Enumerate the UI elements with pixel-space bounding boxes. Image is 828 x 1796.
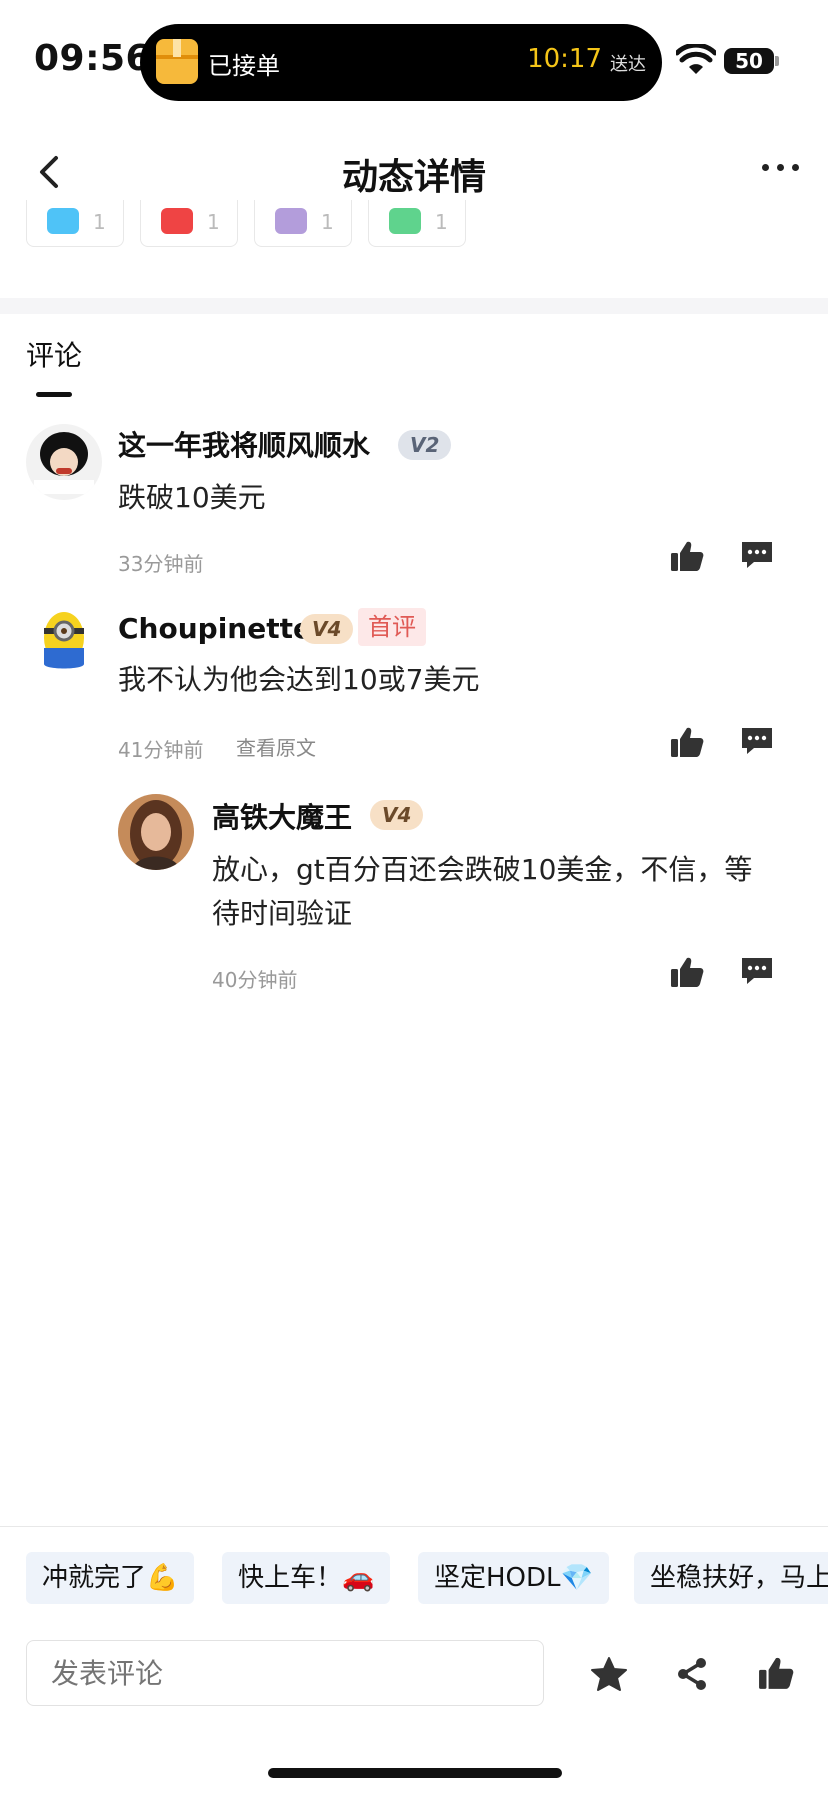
level-badge: V2 [398, 430, 452, 460]
share-icon[interactable] [674, 1656, 710, 1692]
dynamic-island[interactable]: 已接单 10:17 送达 [140, 24, 662, 101]
island-eta-suffix: 送达 [610, 54, 646, 75]
like-post-icon[interactable] [758, 1656, 794, 1690]
comment-username[interactable]: Choupinette [118, 612, 312, 645]
reaction-green-face[interactable]: 1 [368, 200, 466, 247]
reply-time: 40分钟前 [212, 968, 298, 992]
quick-reply-chip[interactable]: 冲就完了💪 [26, 1552, 195, 1604]
purple-face-icon [275, 208, 307, 234]
reaction-count: 1 [435, 210, 448, 234]
section-divider [0, 298, 828, 314]
wifi-icon [676, 44, 716, 74]
island-eta-time: 10:17 [527, 44, 602, 74]
island-order-status: 已接单 [208, 52, 280, 80]
page-title: 动态详情 [341, 157, 486, 198]
reaction-purple-face[interactable]: 1 [254, 200, 352, 247]
reply-text-line1: 放心，gt百分百还会跌破10美金，不信，等 [212, 853, 753, 886]
level-badge: V4 [370, 800, 424, 830]
reply-comment-icon[interactable] [740, 540, 774, 570]
status-time: 09:56 [34, 38, 152, 79]
avatar[interactable] [26, 604, 102, 680]
reaction-count: 1 [321, 210, 334, 234]
quick-reply-chip[interactable]: 坐稳扶好，马上 [634, 1552, 828, 1604]
reply-username[interactable]: 高铁大魔王 [212, 796, 352, 836]
comment-time: 33分钟前 [118, 552, 204, 576]
comment-username[interactable]: 这一年我将顺风顺水 [118, 424, 370, 464]
favorite-star-icon[interactable] [590, 1656, 628, 1692]
red-face-icon [161, 208, 193, 234]
reaction-count: 1 [207, 210, 220, 234]
avatar[interactable] [26, 424, 102, 500]
bottom-divider [0, 1526, 828, 1527]
comment-text: 我不认为他会达到10或7美元 [118, 663, 480, 696]
reply-comment-icon[interactable] [740, 726, 774, 756]
level-badge: V4 [300, 614, 354, 644]
minion-avatar-icon [44, 612, 84, 669]
reaction-count: 1 [93, 210, 106, 234]
comment-time: 41分钟前 [118, 738, 204, 762]
home-indicator [268, 1768, 562, 1778]
avatar[interactable] [118, 794, 194, 870]
reaction-hodl[interactable]: 1 [26, 200, 124, 247]
like-icon[interactable] [670, 540, 704, 572]
battery-indicator: 50 [724, 48, 779, 74]
reply-text-line2: 待时间验证 [212, 897, 353, 930]
tab-comments[interactable]: 评论 [26, 334, 82, 374]
view-original-link[interactable]: 查看原文 [236, 732, 316, 761]
first-comment-tag: 首评 [358, 608, 426, 646]
woman-avatar-icon [118, 794, 194, 870]
hodl-face-icon [47, 208, 79, 234]
comment-input[interactable] [26, 1640, 544, 1706]
meme-avatar-icon [34, 432, 94, 494]
like-icon[interactable] [670, 726, 704, 758]
delivery-box-icon [156, 39, 198, 84]
more-options-icon[interactable] [762, 160, 802, 176]
tab-active-indicator [36, 392, 72, 397]
reply-comment-icon[interactable] [740, 956, 774, 986]
quick-reply-chip[interactable]: 坚定HODL💎 [418, 1552, 609, 1604]
like-icon[interactable] [670, 956, 704, 988]
green-face-icon [389, 208, 421, 234]
quick-reply-chip[interactable]: 快上车！🚗 [222, 1552, 391, 1604]
reaction-red-face[interactable]: 1 [140, 200, 238, 247]
comment-text: 跌破10美元 [118, 481, 266, 514]
